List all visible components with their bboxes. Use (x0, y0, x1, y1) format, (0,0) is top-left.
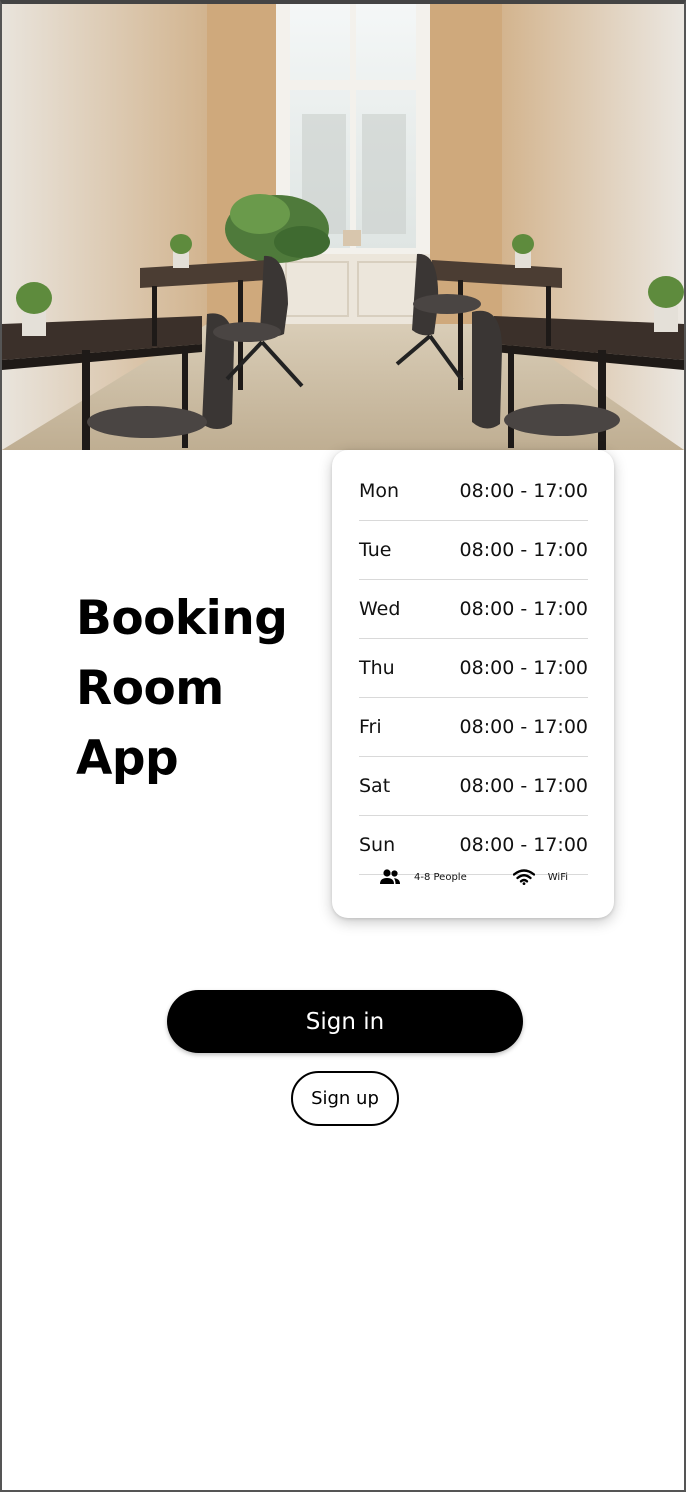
day-label: Mon (359, 480, 400, 502)
opening-hours-card: Mon 08:00 - 17:00 Tue 08:00 - 17:00 Wed … (332, 450, 614, 918)
app-screen: Booking Room App Mon 08:00 - 17:00 Tue 0… (0, 0, 686, 1492)
time-range: 08:00 - 17:00 (459, 598, 588, 620)
day-label: Sun (359, 834, 396, 856)
page-title: Booking Room App (76, 584, 306, 794)
amenity-wifi-label: WiFi (547, 871, 568, 883)
day-label: Sat (359, 775, 391, 797)
time-range: 08:00 - 17:00 (459, 657, 588, 679)
time-range: 08:00 - 17:00 (459, 775, 588, 797)
title-line-1: Booking (76, 591, 288, 646)
sign-up-button[interactable]: Sign up (291, 1071, 399, 1126)
room-photo (2, 4, 684, 450)
day-label: Wed (359, 598, 401, 620)
amenities-row: 4-8 People WiFi (359, 869, 588, 885)
hours-row-tue: Tue 08:00 - 17:00 (359, 521, 588, 580)
day-label: Thu (359, 657, 395, 679)
time-range: 08:00 - 17:00 (459, 834, 588, 856)
wifi-icon (512, 869, 535, 885)
time-range: 08:00 - 17:00 (459, 480, 588, 502)
title-line-2: Room (76, 661, 224, 716)
time-range: 08:00 - 17:00 (459, 716, 588, 738)
day-label: Tue (359, 539, 392, 561)
hours-row-sun: Sun 08:00 - 17:00 (359, 816, 588, 875)
hours-row-mon: Mon 08:00 - 17:00 (359, 462, 588, 521)
amenity-people-label: 4-8 People (414, 871, 467, 883)
hours-row-thu: Thu 08:00 - 17:00 (359, 639, 588, 698)
time-range: 08:00 - 17:00 (459, 539, 588, 561)
title-line-3: App (76, 731, 179, 786)
day-label: Fri (359, 716, 382, 738)
hours-row-fri: Fri 08:00 - 17:00 (359, 698, 588, 757)
hours-row-wed: Wed 08:00 - 17:00 (359, 580, 588, 639)
amenity-wifi: WiFi (512, 869, 568, 885)
hours-row-sat: Sat 08:00 - 17:00 (359, 757, 588, 816)
sign-in-button[interactable]: Sign in (167, 990, 523, 1053)
amenity-people: 4-8 People (379, 869, 467, 885)
people-icon (379, 869, 401, 885)
